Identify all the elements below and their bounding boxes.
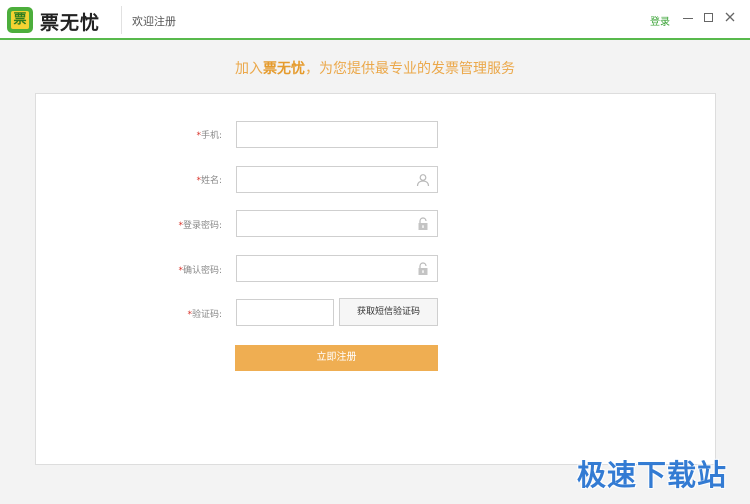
register-button[interactable]: 立即注册 <box>235 345 438 371</box>
app-name: 票无忧 <box>40 12 101 34</box>
close-button[interactable] <box>723 10 737 24</box>
password-input[interactable] <box>237 211 437 236</box>
login-link[interactable]: 登录 <box>650 13 670 28</box>
phone-label-text: 手机: <box>200 131 222 141</box>
code-label: *验证码: <box>32 307 222 320</box>
app-logo-icon: 票 <box>7 7 33 33</box>
code-input[interactable] <box>237 300 333 325</box>
password-field[interactable] <box>236 210 438 237</box>
title-separator <box>121 6 122 34</box>
maximize-button[interactable] <box>702 10 716 24</box>
confirm-password-label: *确认密码: <box>32 263 222 276</box>
phone-input[interactable] <box>237 122 437 147</box>
title-bar: 票 票无忧 欢迎注册 登录 <box>0 0 750 40</box>
confirm-password-field[interactable] <box>236 255 438 282</box>
phone-label: *手机: <box>32 128 222 141</box>
user-icon <box>416 174 430 187</box>
maximize-icon <box>704 13 713 22</box>
lock-icon <box>418 262 428 275</box>
name-label-text: 姓名: <box>200 176 222 186</box>
welcome-banner: 加入票无忧，为您提供最专业的发票管理服务 <box>0 58 750 78</box>
lock-icon <box>418 217 428 230</box>
minimize-button[interactable] <box>681 10 695 24</box>
code-field[interactable] <box>236 299 334 326</box>
name-label: *姓名: <box>32 173 222 186</box>
minimize-icon <box>683 18 693 19</box>
password-label-text: 登录密码: <box>182 221 222 231</box>
window-title: 欢迎注册 <box>132 15 176 28</box>
banner-prefix: 加入 <box>235 61 263 77</box>
app-logo-glyph: 票 <box>11 11 29 29</box>
banner-brand: 票无忧 <box>263 61 305 77</box>
confirm-password-input[interactable] <box>237 256 437 281</box>
password-label: *登录密码: <box>32 218 222 231</box>
get-sms-code-button[interactable]: 获取短信验证码 <box>339 298 438 326</box>
code-label-text: 验证码: <box>191 310 222 320</box>
watermark-text: 极速下载站 <box>577 458 728 492</box>
close-icon <box>725 12 735 22</box>
banner-suffix: ，为您提供最专业的发票管理服务 <box>305 61 515 77</box>
confirm-label-text: 确认密码: <box>182 266 222 276</box>
phone-field[interactable] <box>236 121 438 148</box>
name-field[interactable] <box>236 166 438 193</box>
name-input[interactable] <box>237 167 437 192</box>
